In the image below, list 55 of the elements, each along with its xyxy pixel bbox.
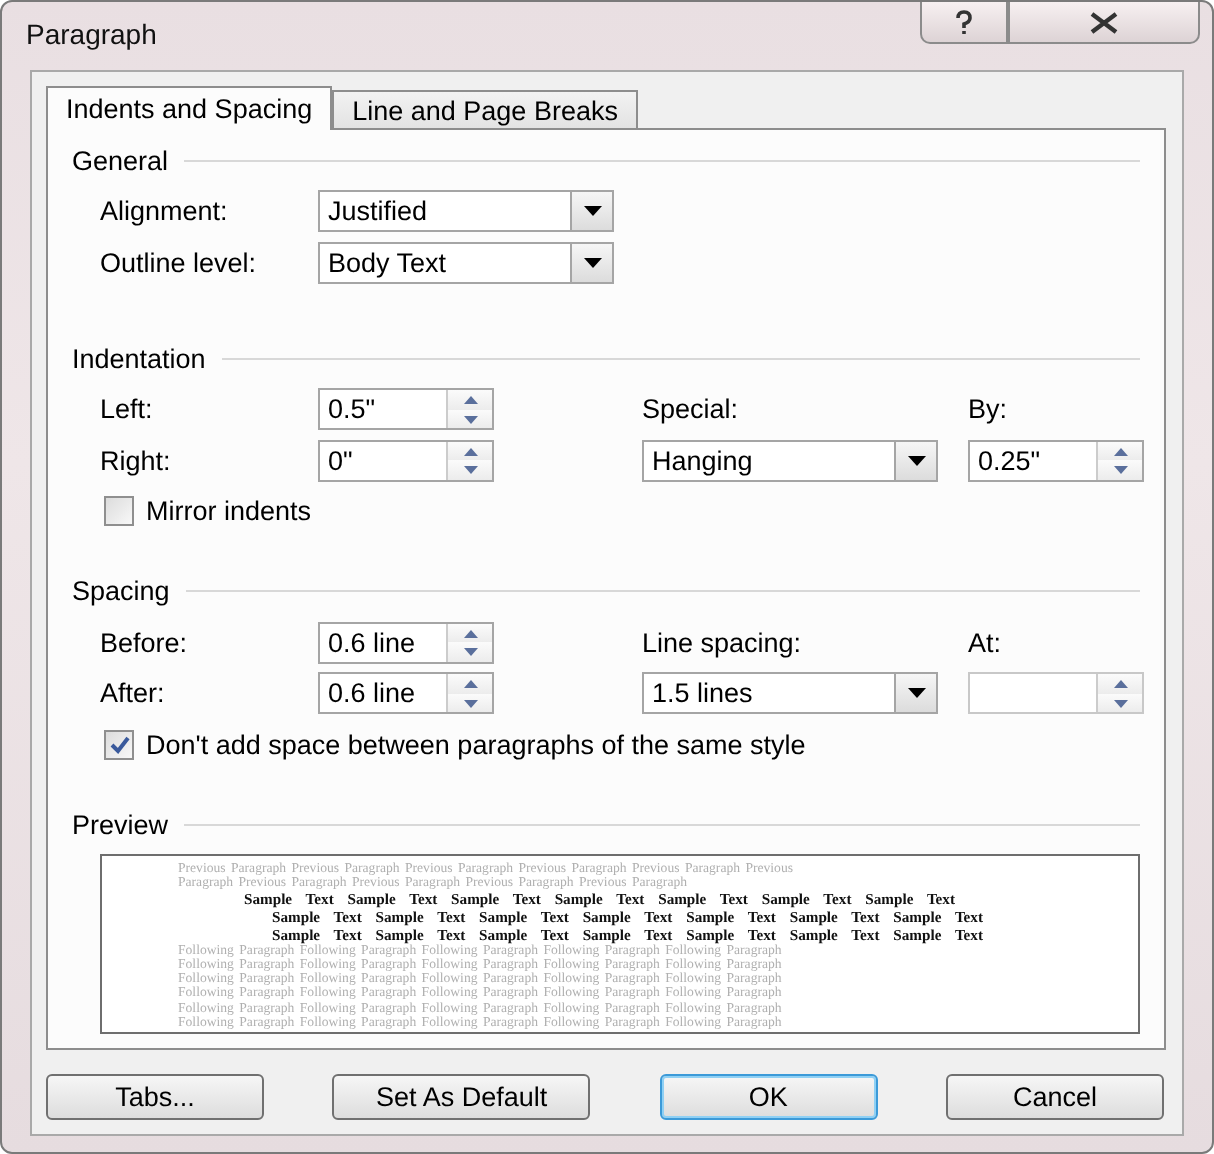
- spin-field[interactable]: 0.6 line: [318, 621, 494, 664]
- caret-icon: [583, 206, 601, 217]
- section-title: Preview: [72, 809, 169, 839]
- down-arrow-icon[interactable]: [1113, 466, 1127, 474]
- dialog-button[interactable]: Cancel: [945, 1074, 1164, 1120]
- dialog-button[interactable]: OK: [659, 1074, 878, 1120]
- field-label: After:: [100, 678, 167, 709]
- up-arrow-icon[interactable]: [1113, 447, 1127, 455]
- field-label: Right:: [100, 445, 173, 476]
- checkbox-label: Mirror indents: [146, 496, 312, 527]
- close-button[interactable]: [1008, 2, 1200, 44]
- up-arrow-icon[interactable]: [463, 680, 477, 688]
- checkbox-label: Don't add space between paragraphs of the same style: [146, 729, 806, 760]
- field-label: Special:: [642, 394, 741, 425]
- checkmark-icon: [109, 735, 129, 754]
- field-label: Left:: [100, 394, 155, 425]
- field-label: By:: [968, 394, 1010, 425]
- help-button[interactable]: [920, 2, 1008, 44]
- window-title: Paragraph: [26, 18, 157, 50]
- caret-icon: [907, 688, 925, 699]
- up-arrow-icon[interactable]: [463, 396, 477, 404]
- close-icon: [1090, 11, 1118, 33]
- dialog-button[interactable]: Set As Default: [332, 1074, 591, 1120]
- field-label: At:: [968, 627, 1004, 658]
- tab[interactable]: Line and Page Breaks: [332, 90, 638, 128]
- caret-icon: [907, 455, 925, 466]
- up-arrow-icon[interactable]: [463, 629, 477, 637]
- dialog-button[interactable]: Tabs...: [46, 1074, 264, 1120]
- dropdown[interactable]: 1.5 lines: [642, 672, 938, 715]
- dropdown[interactable]: Hanging: [642, 439, 938, 482]
- down-arrow-icon[interactable]: [463, 415, 477, 423]
- dropdown[interactable]: Justified: [318, 190, 614, 233]
- field-label: Outline level:: [100, 247, 259, 278]
- up-arrow-icon[interactable]: [1113, 680, 1127, 688]
- checkbox[interactable]: [104, 729, 134, 760]
- section-title: Indentation: [72, 343, 206, 373]
- checkbox[interactable]: [104, 496, 134, 527]
- spin-field[interactable]: 0.25": [968, 439, 1144, 482]
- down-arrow-icon[interactable]: [463, 466, 477, 474]
- dropdown[interactable]: Body Text: [318, 241, 614, 284]
- section-title: General: [72, 145, 169, 175]
- field-label: Before:: [100, 627, 190, 658]
- caret-icon: [583, 257, 601, 268]
- spin-field[interactable]: 0.5": [318, 388, 494, 431]
- section-title: Spacing: [72, 576, 170, 606]
- tab[interactable]: Indents and Spacing: [46, 86, 333, 130]
- spin-field[interactable]: 0.6 line: [318, 672, 494, 715]
- spin-field[interactable]: 0": [318, 439, 494, 482]
- down-arrow-icon[interactable]: [463, 648, 477, 656]
- field-label: Alignment:: [100, 196, 230, 227]
- field-label: Line spacing:: [642, 627, 804, 658]
- help-icon: [954, 9, 974, 35]
- up-arrow-icon[interactable]: [463, 447, 477, 455]
- down-arrow-icon[interactable]: [463, 699, 477, 707]
- down-arrow-icon[interactable]: [1113, 699, 1127, 707]
